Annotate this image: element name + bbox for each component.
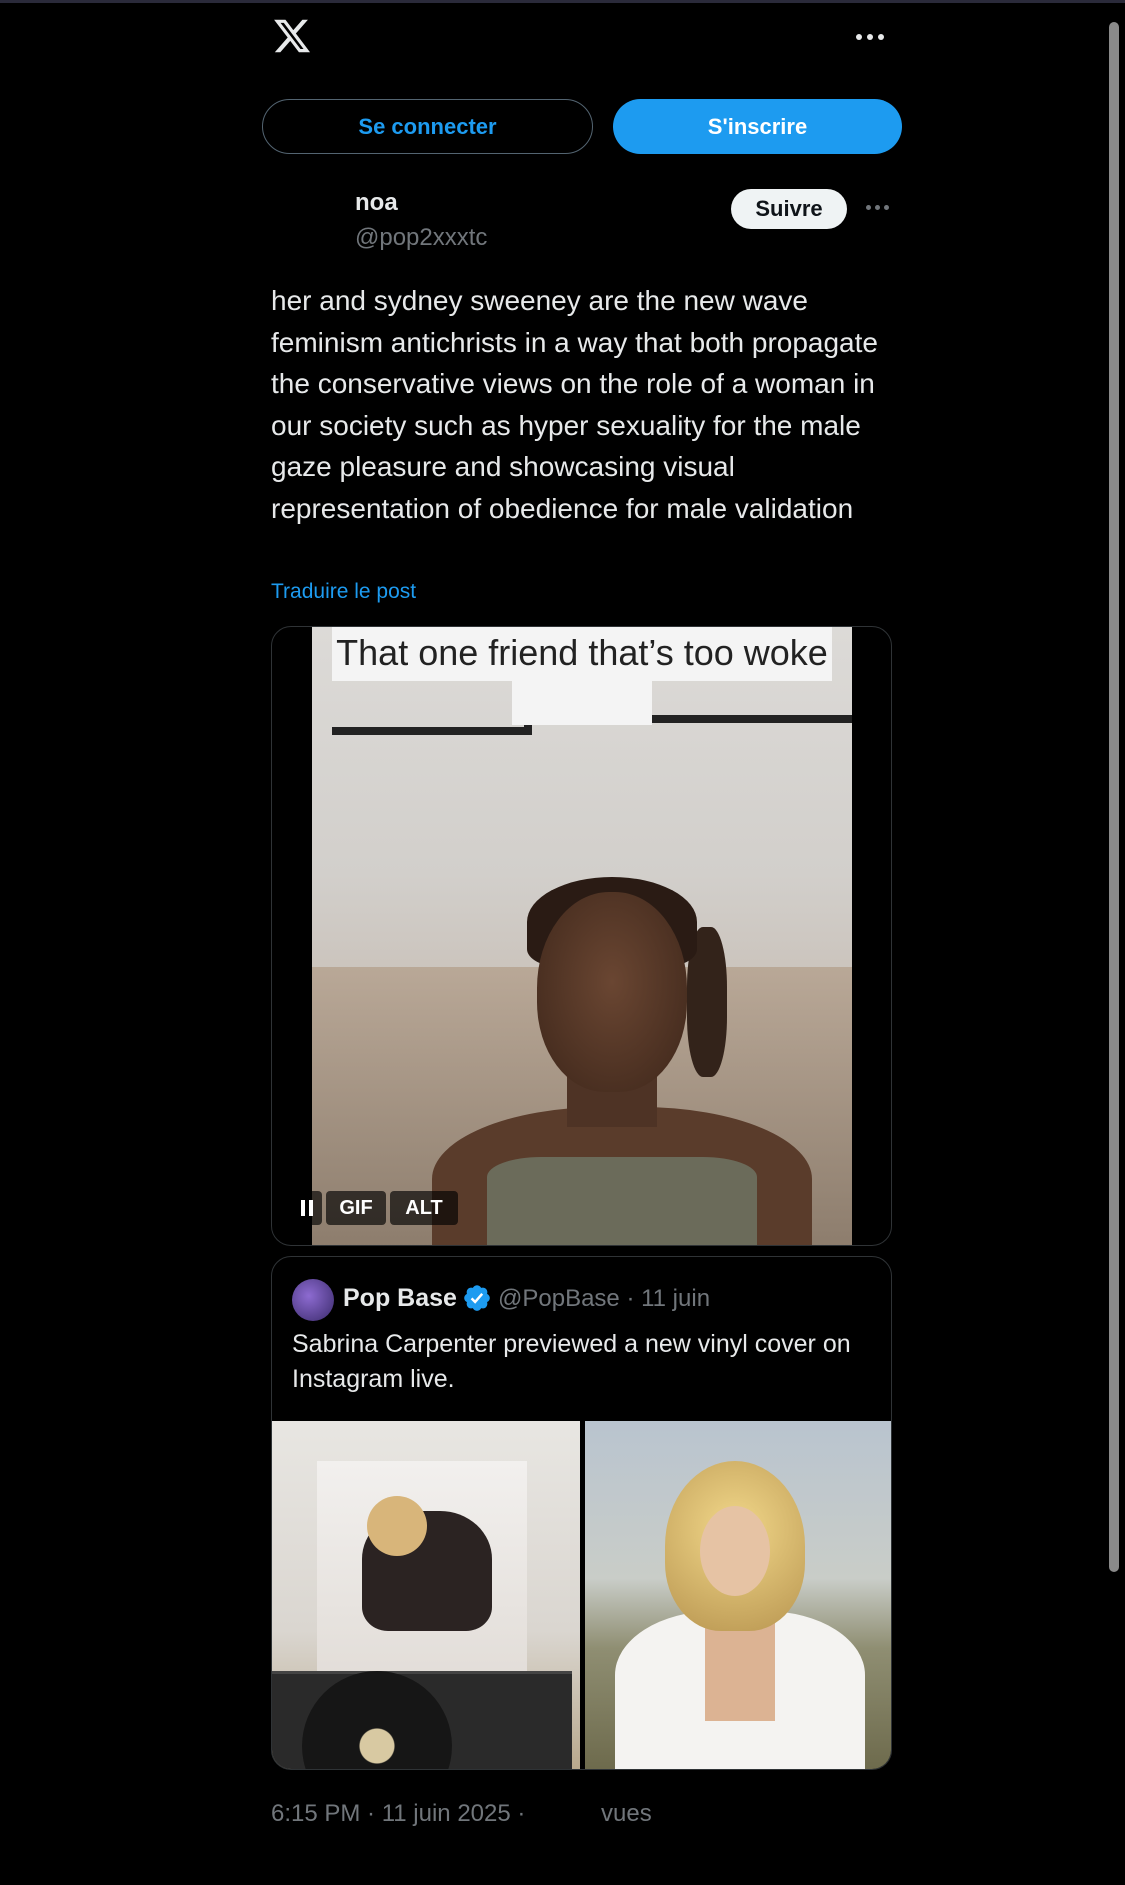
translate-link[interactable]: Traduire le post: [271, 580, 416, 604]
quote-media: [272, 1421, 891, 1769]
avatar[interactable]: [292, 1279, 334, 1321]
follow-button[interactable]: Suivre: [731, 189, 847, 229]
quoted-post[interactable]: Pop Base @PopBase · 11 juin Sabrina Carp…: [271, 1256, 892, 1770]
quote-image-portrait[interactable]: [585, 1421, 891, 1769]
wall-frame: [332, 727, 532, 735]
more-icon[interactable]: [856, 30, 886, 44]
author-name[interactable]: noa: [355, 189, 398, 217]
post-text: her and sydney sweeney are the new wave …: [271, 285, 878, 524]
post-more-icon[interactable]: [866, 205, 889, 210]
x-logo-icon[interactable]: [271, 16, 313, 56]
gif-media[interactable]: That one friend that’s too woke GIF ALT: [271, 626, 892, 1246]
gif-caption: That one friend that’s too woke: [336, 632, 828, 673]
signup-button[interactable]: S'inscrire: [613, 99, 902, 154]
verified-badge-icon: [464, 1285, 490, 1311]
portrait-skin: [705, 1621, 775, 1721]
login-button[interactable]: Se connecter: [262, 99, 593, 154]
gif-badge: GIF: [326, 1191, 386, 1225]
caption-background: [512, 675, 652, 725]
scrollbar[interactable]: [1109, 22, 1119, 1572]
cover-figure-hair: [367, 1496, 427, 1556]
post-timestamp[interactable]: 6:15 PM · 11 juin 2025 ·: [271, 1800, 525, 1828]
portrait-face: [700, 1506, 770, 1596]
quote-image-vinyl[interactable]: [272, 1421, 580, 1769]
person-face: [537, 892, 687, 1092]
quote-text: Sabrina Carpenter previewed a new vinyl …: [292, 1330, 851, 1393]
quote-author-name[interactable]: Pop Base: [343, 1284, 457, 1313]
quote-handle-date[interactable]: @PopBase · 11 juin: [498, 1285, 710, 1313]
pause-icon[interactable]: [292, 1191, 322, 1225]
person-top: [487, 1157, 757, 1245]
alt-button[interactable]: ALT: [390, 1191, 458, 1225]
top-border: [0, 0, 1125, 3]
author-handle[interactable]: @pop2xxxtc: [355, 224, 487, 252]
gif-controls: GIF ALT: [292, 1191, 458, 1225]
views-count: vues: [601, 1800, 652, 1827]
gif-image[interactable]: That one friend that’s too woke: [312, 627, 852, 1245]
